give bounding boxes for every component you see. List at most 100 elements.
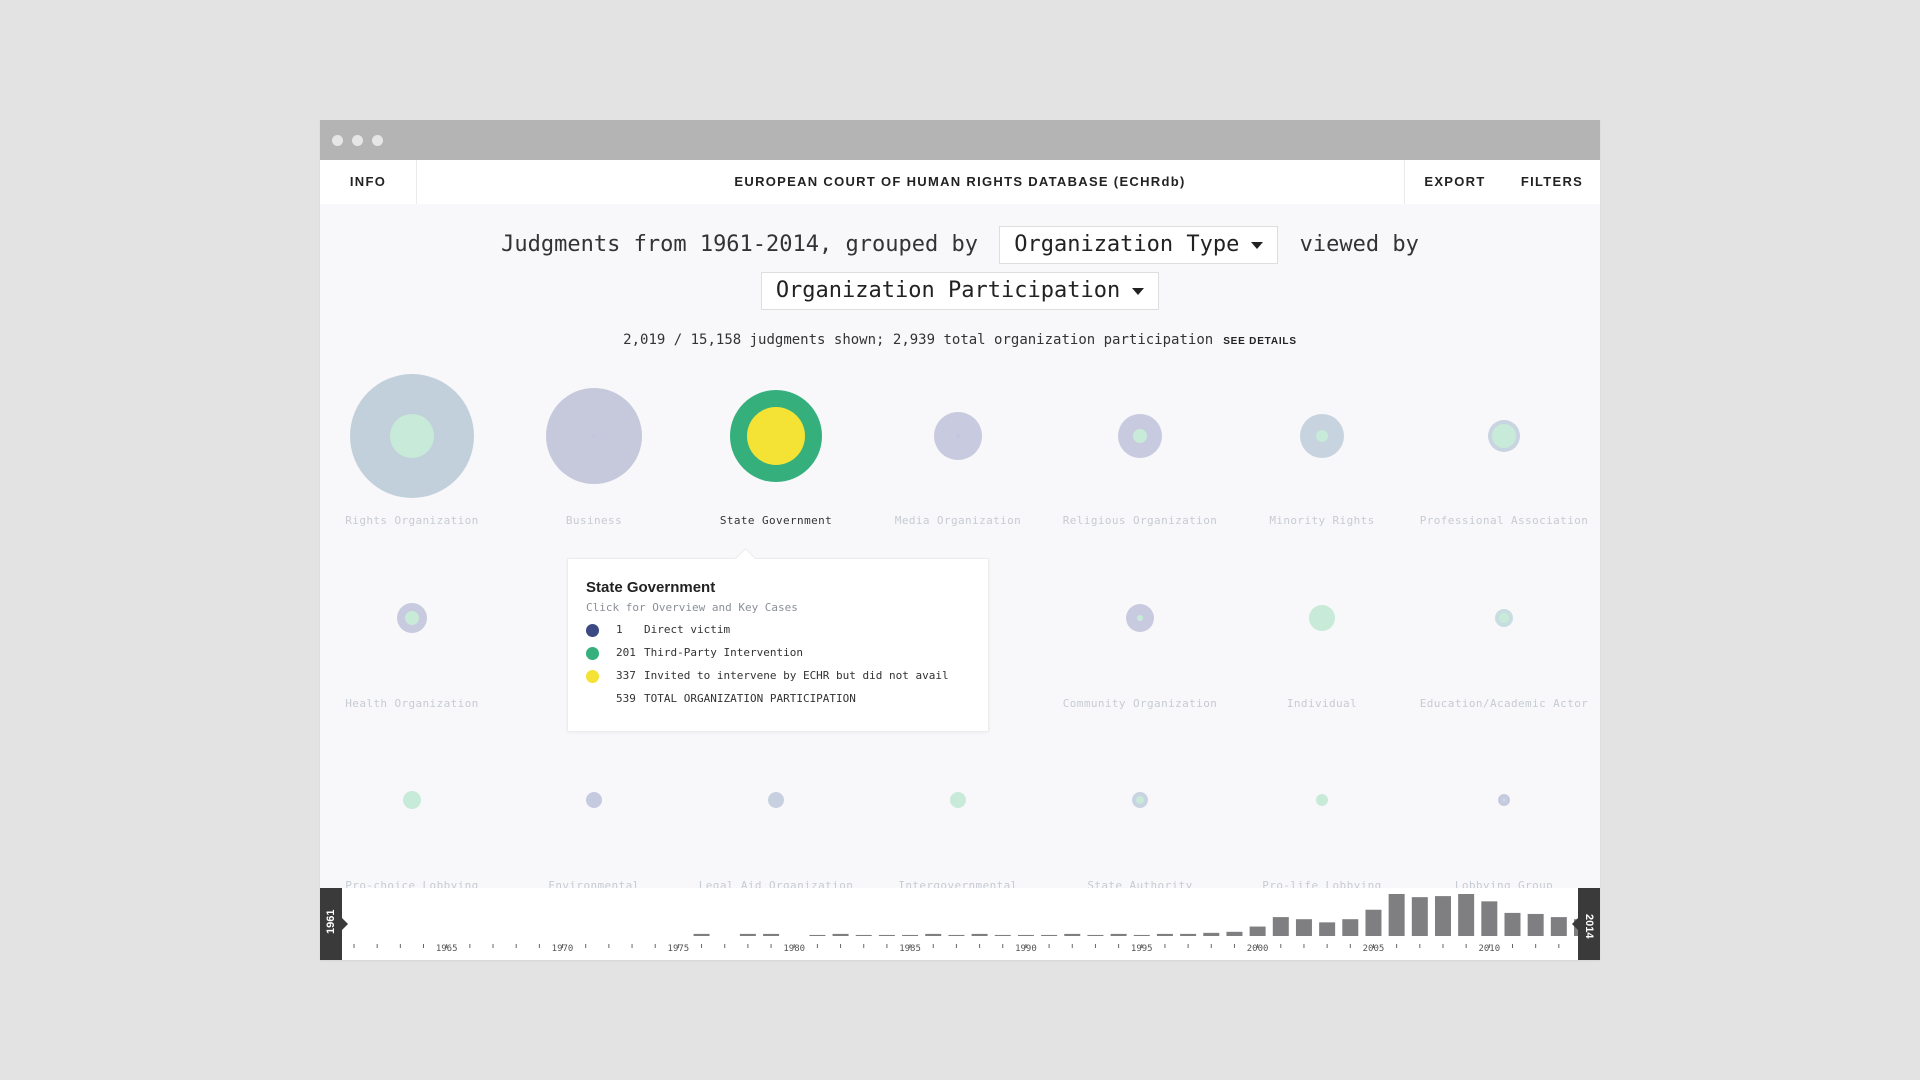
bubble-legal-aid-organization[interactable] — [768, 792, 784, 808]
tooltip-row-value: 201 — [616, 646, 636, 659]
timeline-end-handle[interactable]: 2014 — [1572, 888, 1600, 960]
filters-button[interactable]: FILTERS — [1504, 160, 1600, 204]
info-button[interactable]: INFO — [320, 160, 417, 204]
group-label[interactable]: Individual — [1237, 695, 1407, 712]
bubble-health-organization[interactable] — [397, 603, 427, 633]
histogram-bar — [1041, 934, 1058, 936]
histogram-bar — [1388, 894, 1405, 936]
histogram-bar — [832, 933, 849, 936]
histogram-bar — [1411, 897, 1428, 936]
view-by-value: Organization Participation — [775, 278, 1121, 303]
histogram-bar — [1203, 932, 1220, 936]
bubble-inner-circle — [1492, 424, 1516, 448]
window-maximize-dot[interactable] — [372, 135, 383, 146]
tooltip-row-label: Direct victim — [644, 623, 731, 636]
group-label[interactable]: Health Organization — [327, 695, 497, 712]
histogram-bar — [1156, 933, 1173, 936]
histogram-bar — [1295, 919, 1312, 936]
histogram-bar — [1087, 934, 1104, 936]
timeline-tick-label: 2005 — [1363, 944, 1385, 954]
histogram-bar — [1527, 913, 1544, 936]
view-by-dropdown[interactable]: Organization Participation — [760, 272, 1160, 310]
histogram-bar — [763, 933, 780, 936]
histogram-bar — [1110, 933, 1127, 936]
query-prefix: Judgments from 1961-2014, grouped by — [501, 232, 978, 257]
tooltip-row-value: 337 — [616, 669, 636, 682]
bubble-religious-organization[interactable] — [1118, 414, 1162, 458]
export-button[interactable]: EXPORT — [1404, 160, 1505, 204]
group-label[interactable]: Community Organization — [1055, 695, 1225, 712]
group-label[interactable]: Business — [509, 512, 679, 529]
tooltip-total-label: TOTAL ORGANIZATION PARTICIPATION — [644, 692, 856, 705]
tooltip-row-value: 1 — [616, 623, 623, 636]
tooltip-row-label: Third-Party Intervention — [644, 646, 803, 659]
bubble-media-organization[interactable] — [934, 412, 982, 460]
histogram-bar — [994, 934, 1011, 936]
timeline-tick-label: 1970 — [552, 944, 574, 954]
group-label[interactable]: Education/Academic Actor — [1419, 695, 1589, 712]
bubble-minority-rights[interactable] — [1300, 414, 1344, 458]
group-tooltip: State Government Click for Overview and … — [567, 558, 989, 732]
histogram-bar — [1481, 901, 1498, 936]
bubble-environmental[interactable] — [586, 792, 602, 808]
group-label[interactable]: Minority Rights — [1237, 512, 1407, 529]
group-by-dropdown[interactable]: Organization Type — [999, 226, 1279, 264]
bubble-inner-circle — [592, 434, 596, 438]
bubble-pro-choice-lobbying[interactable] — [403, 791, 421, 809]
bubble-pro-life-lobbying[interactable] — [1316, 794, 1328, 806]
caret-down-icon — [1251, 241, 1264, 249]
timeline-histogram[interactable]: 1965 1970 1975 1980 1985 1990 1995 2000 2005 2010… — [320, 888, 1600, 960]
group-label[interactable]: Professional Association — [1419, 512, 1589, 529]
timeline-start-handle[interactable]: 1961 — [320, 888, 348, 960]
timeline-start-year: 1961 — [325, 909, 337, 934]
bubble-inner-circle — [747, 407, 805, 465]
timeline-end-year: 2014 — [1583, 914, 1595, 939]
histogram-bar — [1342, 919, 1359, 936]
histogram-bar — [1434, 896, 1451, 936]
bubble-education-academic-actor[interactable] — [1495, 609, 1513, 627]
bubble-business[interactable] — [546, 388, 642, 484]
window-close-dot[interactable] — [332, 135, 343, 146]
bubble-community-organization[interactable] — [1126, 604, 1154, 632]
tooltip-subtitle: Click for Overview and Key Cases — [586, 601, 798, 614]
legend-dot — [586, 647, 599, 660]
bubble-individual[interactable] — [1309, 605, 1335, 631]
bubble-inner-circle — [1137, 615, 1143, 621]
app-title: EUROPEAN COURT OF HUMAN RIGHTS DATABASE … — [734, 174, 1186, 189]
query-middle: viewed by — [1299, 232, 1419, 257]
timeline-tick-label: 1985 — [899, 944, 921, 954]
group-label[interactable]: Rights Organization — [327, 512, 497, 529]
window-minimize-dot[interactable] — [352, 135, 363, 146]
histogram-bar — [1017, 934, 1034, 936]
bubble-inner-circle — [1502, 798, 1506, 802]
query-sentence-line2: Organization Participation — [320, 272, 1600, 312]
histogram-bar — [1133, 934, 1150, 936]
histogram-bar — [878, 934, 895, 936]
group-label[interactable]: State Government — [691, 512, 861, 529]
tooltip-title: State Government — [586, 579, 716, 596]
group-label[interactable]: Religious Organization — [1055, 512, 1225, 529]
bubble-inner-circle — [1316, 430, 1328, 442]
histogram-bar — [1180, 933, 1197, 936]
window-titlebar — [320, 120, 1600, 160]
timeline-tick-label: 1990 — [1015, 944, 1037, 954]
histogram-bar — [739, 933, 756, 936]
bubble-intergovernmental[interactable] — [950, 792, 966, 808]
group-label[interactable]: Media Organization — [873, 512, 1043, 529]
histogram-bar — [925, 933, 942, 936]
bubble-lobbying-group[interactable] — [1498, 794, 1510, 806]
histogram-bar — [809, 934, 826, 936]
see-details-link[interactable]: SEE DETAILS — [1223, 336, 1297, 347]
bubble-professional-association[interactable] — [1488, 420, 1520, 452]
legend-dot — [586, 624, 599, 637]
histogram-bar — [1365, 909, 1382, 936]
histogram-bar — [948, 934, 965, 936]
bubble-state-authority[interactable] — [1132, 792, 1148, 808]
histogram-bar — [1550, 917, 1567, 936]
timeline-tick-label: 1995 — [1131, 944, 1153, 954]
bubble-rights-organization[interactable] — [350, 374, 474, 498]
histogram-bar — [1272, 917, 1289, 936]
app-window: INFO EUROPEAN COURT OF HUMAN RIGHTS DATA… — [320, 120, 1600, 960]
bubble-state-government[interactable] — [730, 390, 822, 482]
tooltip-total-value: 539 — [616, 692, 636, 705]
